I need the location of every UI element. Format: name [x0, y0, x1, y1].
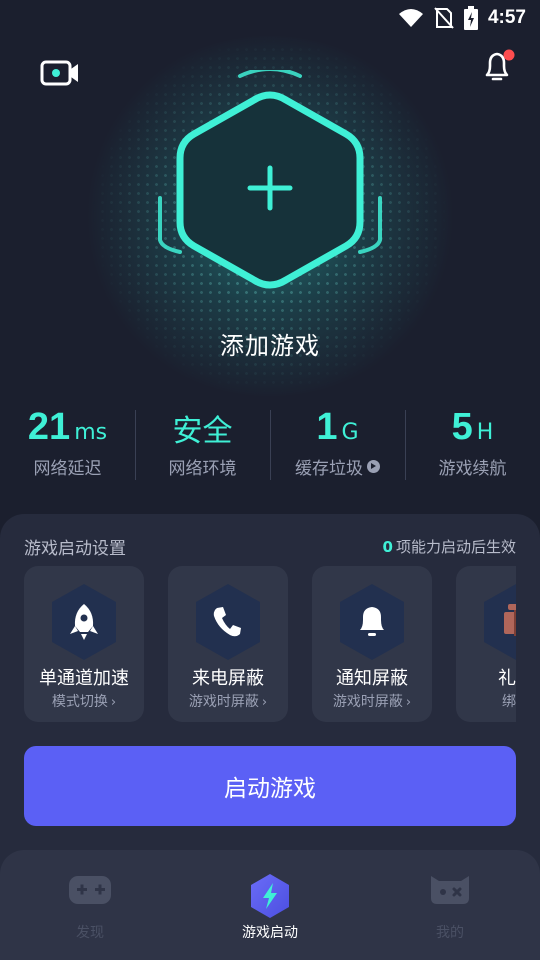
active-count: 0 — [382, 538, 393, 556]
no-sim-icon — [434, 7, 454, 29]
status-time: 4:57 — [487, 7, 526, 28]
status-bar: 4:57 — [0, 0, 540, 36]
stat-network: 安全 网络环境 — [135, 406, 270, 486]
card-subtitle: 绑定 — [502, 694, 516, 710]
stat-battery-label: 游戏续航 — [438, 459, 507, 479]
card-gift[interactable]: 礼包 绑定 — [456, 566, 516, 722]
card-title: 通知屏蔽 — [336, 668, 408, 689]
tab-label: 游戏启动 — [242, 925, 298, 941]
start-game-button[interactable]: 启动游戏 — [24, 746, 516, 826]
bottom-tab-bar: 发现 游戏启动 我的 — [0, 850, 540, 960]
stat-cache-unit: G — [341, 420, 359, 445]
card-title: 单通道加速 — [39, 668, 129, 689]
card-call-block[interactable]: 来电屏蔽 游戏时屏蔽 › — [168, 566, 288, 722]
stat-battery-value: 5 — [451, 406, 473, 448]
stat-battery: 5 H 游戏续航 — [405, 406, 540, 486]
wifi-icon — [398, 9, 423, 27]
rocket-icon — [52, 584, 116, 660]
panel-note: 0 项能力启动后生效 — [382, 538, 516, 556]
stat-latency: 21 ms 网络延迟 — [0, 406, 135, 486]
stats-row: 21 ms 网络延迟 安全 网络环境 1 G 缓存垃圾 5 H 游戏续航 — [0, 406, 540, 486]
chevron-right-icon: › — [405, 695, 412, 710]
tab-profile[interactable]: 我的 — [360, 850, 540, 960]
settings-cards[interactable]: 单通道加速 模式切换 › 来电屏蔽 游戏时屏蔽 › 通知屏蔽 游戏时屏蔽 › 礼… — [24, 566, 516, 722]
gift-icon — [484, 584, 516, 660]
tab-discover[interactable]: 发现 — [0, 850, 180, 960]
panel-title: 游戏启动设置 — [24, 539, 126, 559]
notification-bell-icon[interactable] — [480, 48, 516, 84]
battery-charging-icon — [463, 6, 478, 30]
tab-game-launch[interactable]: 游戏启动 — [180, 850, 360, 960]
phone-icon — [196, 584, 260, 660]
lightning-hex-icon — [251, 874, 289, 918]
stat-cache-label: 缓存垃圾 — [295, 459, 363, 479]
card-single-channel[interactable]: 单通道加速 模式切换 › — [24, 566, 144, 722]
arrow-right-circle-icon — [367, 460, 380, 473]
add-game-button[interactable] — [150, 70, 390, 310]
stat-battery-unit: H — [476, 420, 494, 445]
tab-label: 我的 — [436, 925, 464, 941]
card-subtitle: 游戏时屏蔽 — [332, 694, 403, 710]
stat-network-value: 安全 — [172, 414, 233, 449]
card-title: 礼包 — [498, 668, 516, 689]
stat-latency-label: 网络延迟 — [33, 459, 102, 479]
screen-record-icon[interactable] — [40, 58, 80, 88]
card-title: 来电屏蔽 — [192, 668, 264, 689]
gamepad-icon — [69, 876, 111, 904]
stat-cache-value: 1 — [316, 406, 338, 448]
stat-latency-unit: ms — [74, 420, 108, 445]
card-notification-block[interactable]: 通知屏蔽 游戏时屏蔽 › — [312, 566, 432, 722]
tab-label: 发现 — [76, 925, 104, 941]
chevron-right-icon: › — [261, 695, 268, 710]
stat-cache[interactable]: 1 G 缓存垃圾 — [270, 406, 405, 486]
stat-latency-value: 21 — [27, 406, 71, 448]
stat-network-label: 网络环境 — [168, 459, 237, 479]
profile-controller-icon — [431, 876, 469, 904]
card-subtitle: 游戏时屏蔽 — [188, 694, 259, 710]
add-game-label[interactable]: 添加游戏 — [0, 326, 540, 361]
bell-icon — [340, 584, 404, 660]
chevron-right-icon: › — [110, 695, 117, 710]
card-subtitle: 模式切换 — [51, 694, 108, 710]
